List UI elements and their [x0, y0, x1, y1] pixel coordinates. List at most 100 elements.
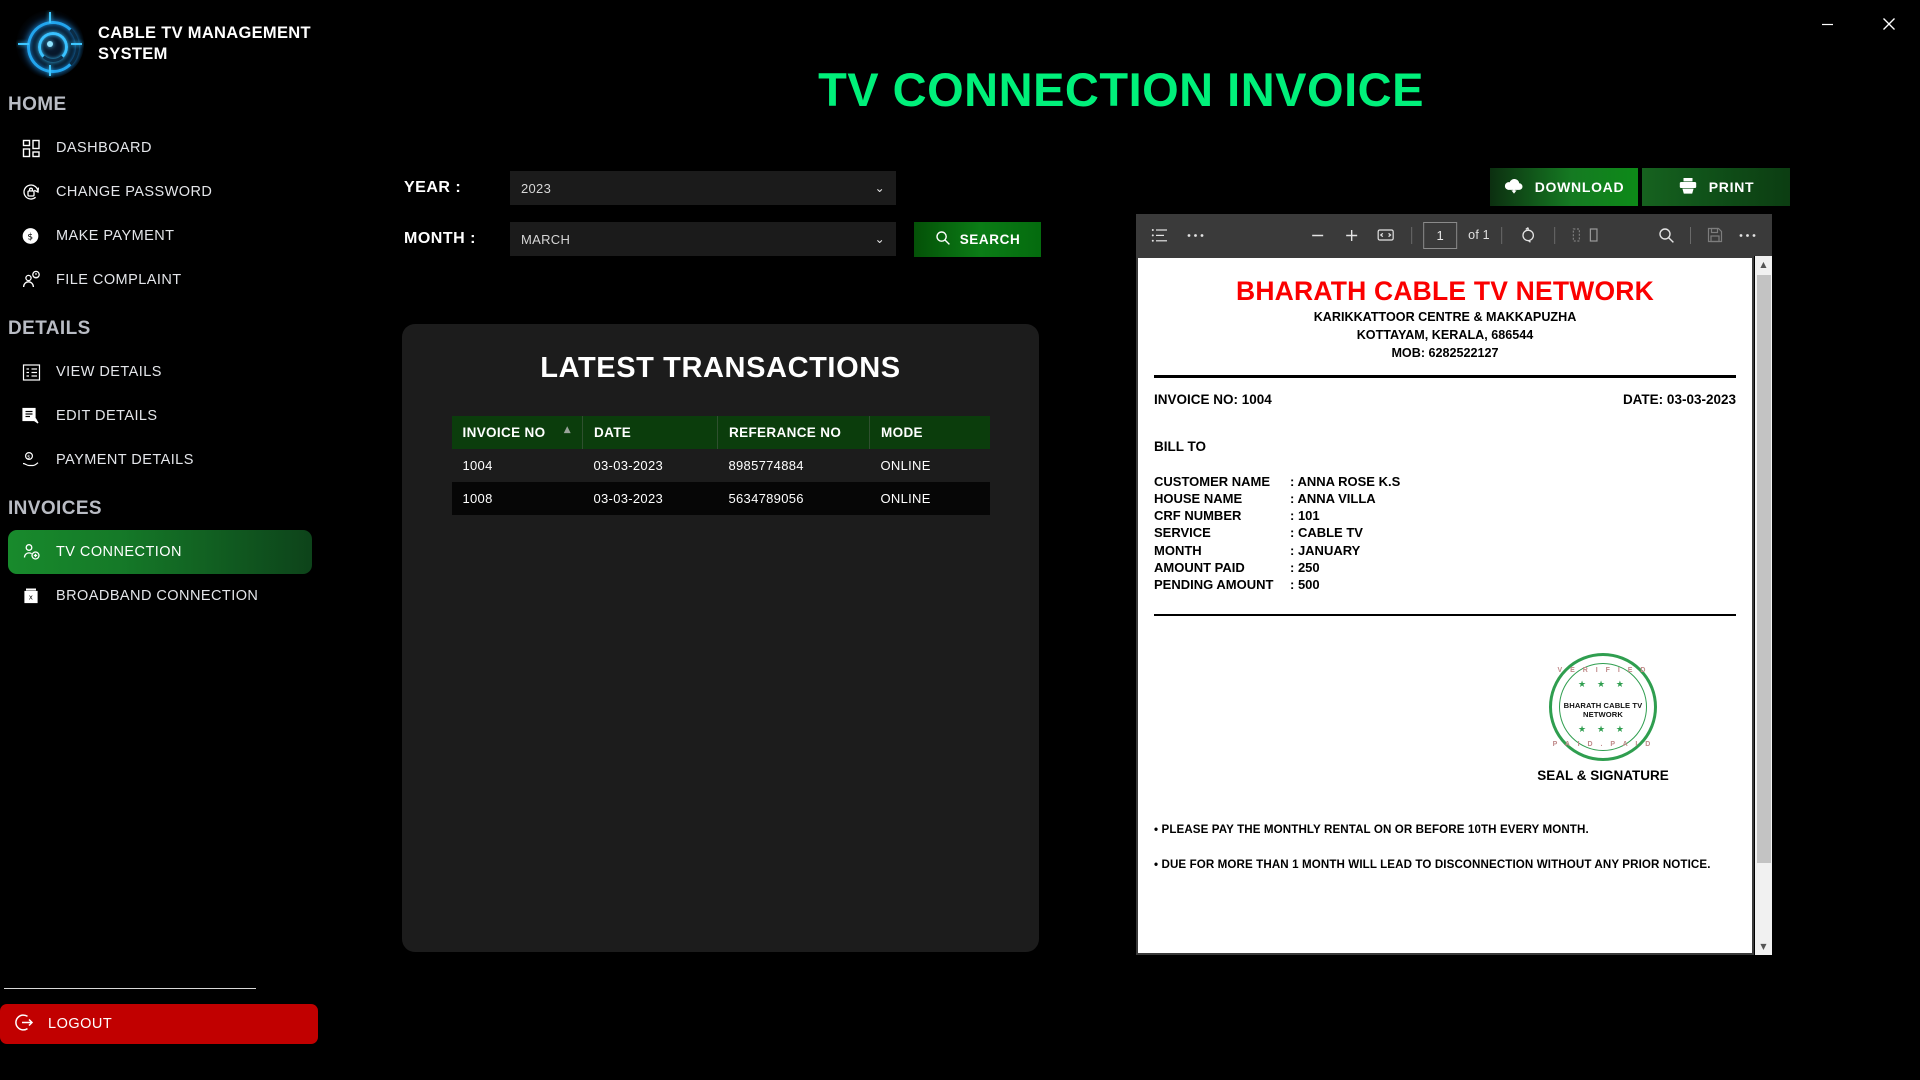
sidebar-item-tv-connection[interactable]: TV CONNECTION [8, 530, 312, 574]
list-outline-icon[interactable] [1144, 221, 1174, 249]
scroll-up-arrow-icon[interactable]: ▲ [1755, 256, 1772, 273]
scroll-down-arrow-icon[interactable]: ▼ [1755, 938, 1772, 955]
satellite-target-logo [16, 10, 84, 78]
sidebar-item-label: PAYMENT DETAILS [56, 452, 194, 468]
edit-document-icon [20, 405, 42, 427]
field-key: HOUSE NAME [1154, 490, 1290, 507]
hand-money-icon: $ [20, 449, 42, 471]
logout-button[interactable]: LOGOUT [0, 1004, 318, 1044]
invoice-note: • DUE FOR MORE THAN 1 MONTH WILL LEAD TO… [1154, 858, 1711, 871]
list-details-icon [20, 361, 42, 383]
column-header-date[interactable]: DATE [583, 416, 718, 449]
sidebar-item-change-password[interactable]: CHANGE PASSWORD [8, 170, 312, 214]
invoice-number: INVOICE NO: 1004 [1154, 392, 1272, 407]
more-horizontal-icon[interactable] [1180, 221, 1210, 249]
rotate-icon[interactable] [1513, 221, 1543, 249]
seal-top-text: V E R I F I E D [1552, 667, 1654, 674]
password-lock-refresh-icon [20, 181, 42, 203]
device-box-icon: x [20, 585, 42, 607]
table-row[interactable]: 1008 03-03-2023 5634789056 ONLINE [452, 482, 990, 515]
zoom-in-button[interactable] [1336, 221, 1366, 249]
invoice-notes: • PLEASE PAY THE MONTHLY RENTAL ON OR BE… [1154, 823, 1711, 893]
cell-mode: ONLINE [870, 482, 990, 515]
month-value: MARCH [521, 232, 570, 247]
sidebar-item-edit-details[interactable]: EDIT DETAILS [8, 394, 312, 438]
sidebar-item-broadband-connection[interactable]: x BROADBAND CONNECTION [8, 574, 312, 618]
verified-seal-icon: V E R I F I E D ★ ★ ★ BHARATH CABLE TV N… [1549, 653, 1657, 761]
chevron-down-icon: ⌄ [875, 181, 885, 195]
seal-company-name: BHARATH CABLE TV NETWORK [1552, 701, 1654, 719]
pdf-body: BHARATH CABLE TV NETWORK KARIKKATTOOR CE… [1136, 256, 1772, 955]
field-key: MONTH [1154, 542, 1290, 559]
month-select[interactable]: MARCH ⌄ [510, 222, 896, 256]
invoice-field: CRF NUMBER : 101 [1154, 507, 1752, 524]
invoice-field: PENDING AMOUNT : 500 [1154, 576, 1752, 593]
scrollbar-thumb[interactable] [1757, 275, 1771, 863]
window-controls [1796, 0, 1920, 48]
more-horizontal-icon[interactable] [1732, 221, 1762, 249]
invoice-field: AMOUNT PAID : 250 [1154, 559, 1752, 576]
sidebar-item-file-complaint[interactable]: FILE COMPLAINT [8, 258, 312, 302]
sidebar-item-view-details[interactable]: VIEW DETAILS [8, 350, 312, 394]
zoom-out-button[interactable] [1302, 221, 1332, 249]
download-button-label: DOWNLOAD [1535, 179, 1625, 195]
nav-group-home-label: HOME [0, 78, 322, 126]
minimize-button[interactable] [1796, 4, 1858, 44]
year-select[interactable]: 2023 ⌄ [510, 171, 896, 205]
nav-group-details-label: DETAILS [0, 302, 322, 350]
pdf-toolbar: 1 of 1 [1136, 214, 1772, 256]
print-button-label: PRINT [1709, 179, 1755, 195]
latest-transactions-panel: LATEST TRANSACTIONS INVOICE NO ▲ DATE RE… [402, 324, 1039, 952]
chevron-down-icon: ⌄ [875, 232, 885, 246]
cell-date: 03-03-2023 [583, 482, 718, 515]
page-layout-icon-right[interactable] [1576, 221, 1606, 249]
page-number-input[interactable]: 1 [1423, 222, 1457, 249]
bill-to-label: BILL TO [1138, 407, 1752, 454]
column-header-reference-no[interactable]: REFERANCE NO [718, 416, 870, 449]
column-header-invoice-no[interactable]: INVOICE NO ▲ [452, 416, 583, 449]
cell-invoice-no: 1004 [452, 449, 583, 482]
search-button-label: SEARCH [960, 232, 1021, 247]
invoice-fields: CUSTOMER NAME : ANNA ROSE K.S HOUSE NAME… [1138, 454, 1752, 594]
download-button[interactable]: DOWNLOAD [1490, 168, 1638, 206]
field-key: SERVICE [1154, 524, 1290, 541]
year-value: 2023 [521, 181, 551, 196]
invoice-divider-2 [1154, 614, 1736, 616]
sidebar-item-label: MAKE PAYMENT [56, 228, 174, 244]
invoice-meta: INVOICE NO: 1004 DATE: 03-03-2023 [1138, 378, 1752, 407]
save-disk-icon[interactable] [1700, 221, 1730, 249]
field-key: CRF NUMBER [1154, 507, 1290, 524]
svg-text:x: x [28, 593, 33, 601]
field-value: : 500 [1290, 576, 1320, 593]
seal-stars-bottom: ★ ★ ★ [1552, 725, 1654, 735]
seal-area: V E R I F I E D ★ ★ ★ BHARATH CABLE TV N… [1503, 653, 1703, 783]
field-value: : ANNA VILLA [1290, 490, 1376, 507]
sidebar-item-make-payment[interactable]: $ MAKE PAYMENT [8, 214, 312, 258]
search-button[interactable]: SEARCH [914, 222, 1041, 257]
sidebar: CABLE TV MANAGEMENT SYSTEM HOME DASHBOAR… [0, 0, 322, 1080]
invoice-field: CUSTOMER NAME : ANNA ROSE K.S [1154, 473, 1752, 490]
address-line-1: KARIKKATTOOR CENTRE & MAKKAPUZHA [1138, 310, 1752, 325]
company-name: BHARATH CABLE TV NETWORK [1138, 276, 1752, 307]
toolbar-divider [1501, 227, 1502, 244]
logout-arrow-icon [14, 1012, 35, 1037]
column-label: INVOICE NO [463, 425, 546, 440]
field-key: CUSTOMER NAME [1154, 473, 1290, 490]
sidebar-item-dashboard[interactable]: DASHBOARD [8, 126, 312, 170]
invoice-field: MONTH : JANUARY [1154, 542, 1752, 559]
invoice-field: SERVICE : CABLE TV [1154, 524, 1752, 541]
toolbar-divider [1411, 227, 1412, 244]
cell-date: 03-03-2023 [583, 449, 718, 482]
sidebar-item-payment-details[interactable]: $ PAYMENT DETAILS [8, 438, 312, 482]
table-row[interactable]: 1004 03-03-2023 8985774884 ONLINE [452, 449, 990, 482]
sidebar-item-label: TV CONNECTION [56, 544, 182, 560]
close-button[interactable] [1858, 4, 1920, 44]
fit-width-icon[interactable] [1370, 221, 1400, 249]
search-icon[interactable] [1651, 221, 1681, 249]
dashboard-grid-icon [20, 137, 42, 159]
print-button[interactable]: PRINT [1642, 168, 1790, 206]
field-value: : 250 [1290, 559, 1320, 576]
year-label: YEAR : [404, 179, 510, 197]
pdf-scrollbar[interactable]: ▲ ▼ [1754, 256, 1772, 955]
column-header-mode[interactable]: MODE [870, 416, 990, 449]
